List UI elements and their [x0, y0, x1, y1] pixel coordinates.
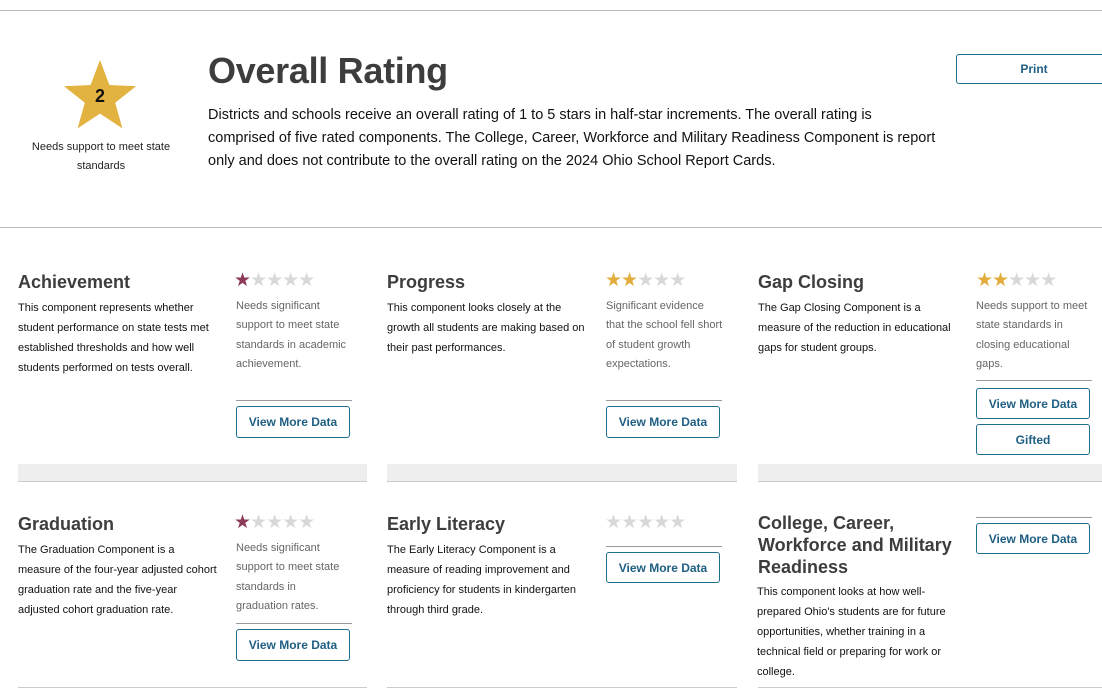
bottom-divider — [18, 687, 367, 688]
progress-star-rating: ★★★★★ — [605, 270, 686, 291]
achievement-rating-text: Needs significant support to meet state … — [236, 300, 347, 371]
bottom-divider — [387, 687, 737, 688]
top-divider — [0, 10, 1102, 11]
early-literacy-description: The Early Literacy Component is a measur… — [387, 544, 576, 616]
achievement-description: This component represents whether studen… — [18, 302, 209, 374]
graduation-rating-text: Needs significant support to meet state … — [236, 542, 340, 613]
college-career-readiness-separator — [976, 517, 1092, 518]
row-divider — [387, 481, 737, 482]
college-career-readiness-view-more-data-button[interactable]: View More Data — [976, 523, 1090, 554]
achievement-star-rating: ★★★★★ — [234, 270, 315, 291]
gap-closing-rating-text: Needs support to meet state standards in… — [976, 300, 1088, 371]
print-button[interactable]: Print — [956, 54, 1102, 84]
gap-closing-star-rating: ★★★★★ — [976, 270, 1057, 291]
college-career-readiness-description: This component looks at how well-prepare… — [757, 586, 946, 678]
graduation-description: The Graduation Component is a measure of… — [18, 544, 217, 616]
gap-closing-card-footer — [758, 464, 1102, 481]
gap-closing-separator — [976, 380, 1092, 381]
page-title: Overall Rating — [208, 50, 448, 91]
graduation-title: Graduation — [18, 514, 115, 534]
early-literacy-title: Early Literacy — [387, 514, 506, 534]
achievement-view-more-data-button[interactable]: View More Data — [236, 406, 350, 438]
overall-rating-star-icon: 2 — [62, 58, 138, 134]
section-divider — [0, 227, 1102, 228]
early-literacy-star-rating: ★★★★★ — [605, 512, 686, 533]
graduation-star-rating: ★★★★★ — [234, 512, 315, 533]
achievement-separator — [236, 400, 352, 401]
early-literacy-view-more-data-button[interactable]: View More Data — [606, 552, 720, 583]
progress-separator — [606, 400, 722, 401]
graduation-separator — [236, 623, 352, 624]
gap-closing-description: The Gap Closing Component is a measure o… — [758, 302, 951, 354]
row-divider — [758, 481, 1102, 482]
early-literacy-separator — [606, 546, 722, 547]
progress-rating-text: Significant evidence that the school fel… — [606, 300, 723, 371]
overall-rating-description: Districts and schools receive an overall… — [208, 107, 936, 169]
progress-card-footer — [387, 464, 737, 481]
row-divider — [18, 481, 367, 482]
progress-title: Progress — [387, 272, 466, 292]
achievement-title: Achievement — [18, 272, 131, 292]
overall-rating-value: 2 — [94, 86, 105, 106]
achievement-card-footer — [18, 464, 367, 481]
gap-closing-view-more-data-button[interactable]: View More Data — [976, 388, 1090, 419]
progress-description: This component looks closely at the grow… — [387, 302, 585, 354]
graduation-view-more-data-button[interactable]: View More Data — [236, 629, 350, 661]
gap-closing-title: Gap Closing — [758, 272, 865, 292]
overall-rating-caption: Needs support to meet state standards — [31, 141, 171, 172]
progress-view-more-data-button[interactable]: View More Data — [606, 406, 720, 438]
bottom-divider — [758, 687, 1102, 688]
college-career-readiness-title: College, Career, Workforce and Military … — [758, 513, 952, 577]
gifted-button[interactable]: Gifted — [976, 424, 1090, 455]
